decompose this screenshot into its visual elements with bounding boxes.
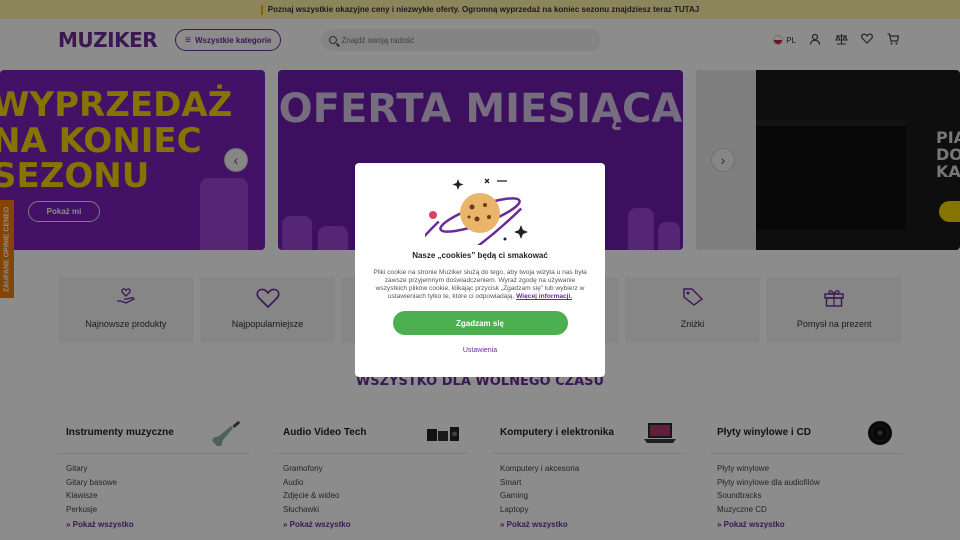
cookie-planet-icon <box>425 178 528 245</box>
cookie-dialog-title: Nasze „cookies” będą ci smakować <box>412 251 548 260</box>
cookie-settings-link[interactable]: Ustawienia <box>369 347 591 354</box>
accept-cookies-button[interactable]: Zgadzam się <box>392 311 568 336</box>
more-info-link[interactable]: Więcej informacji. <box>516 293 572 300</box>
cookie-consent-dialog: Nasze „cookies” będą ci smakować Pliki c… <box>355 163 605 377</box>
cookie-dialog-body: Pliki cookie na stronie Muziker służą do… <box>369 269 591 301</box>
